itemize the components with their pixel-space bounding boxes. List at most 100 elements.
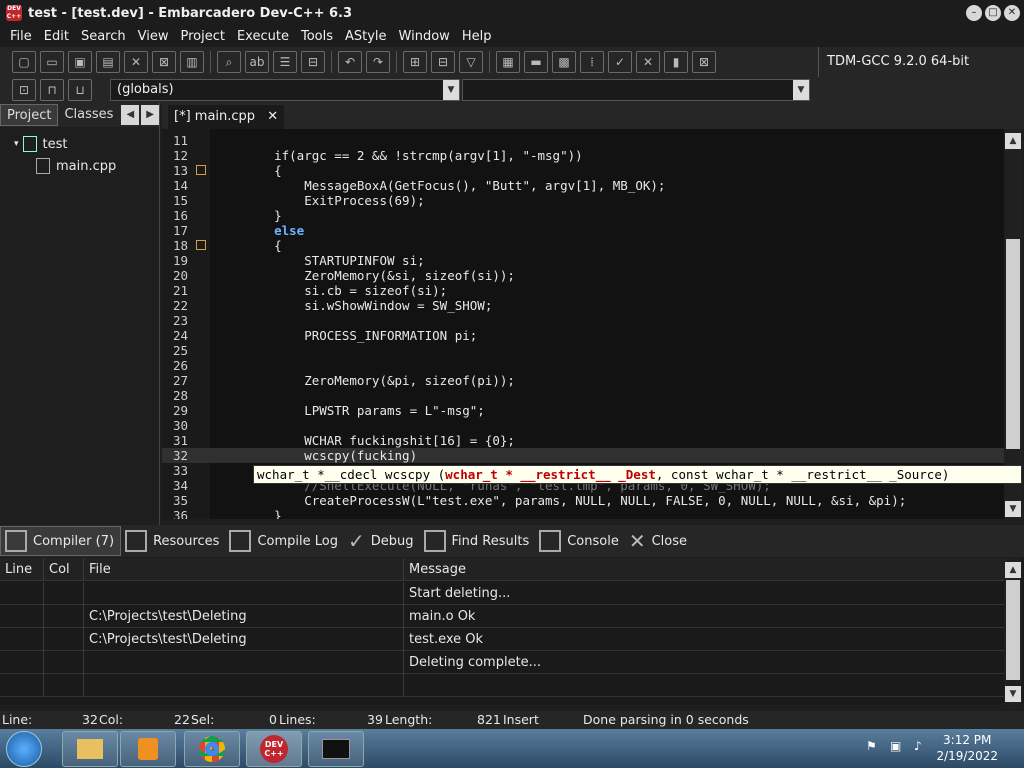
menu-tools[interactable]: Tools: [295, 29, 339, 44]
compiler-set-selector[interactable]: TDM-GCC 9.2.0 64-bit Release: [818, 47, 1024, 99]
code-line[interactable]: 28: [162, 388, 1004, 403]
tab-compiler[interactable]: Compiler (7): [0, 526, 122, 556]
add-to-project-icon[interactable]: ⊞: [403, 51, 427, 73]
print-icon[interactable]: ▥: [180, 51, 204, 73]
code-line[interactable]: 17 else: [162, 223, 1004, 238]
close-file-icon[interactable]: ✕: [124, 51, 148, 73]
network-icon[interactable]: ▣: [890, 739, 906, 755]
chevron-right-icon[interactable]: ▶: [141, 105, 159, 125]
tab-classes[interactable]: Classes: [58, 104, 119, 126]
code-line[interactable]: 22 si.wShowWindow = SW_SHOW;: [162, 298, 1004, 313]
code-line[interactable]: 27 ZeroMemory(&pi, sizeof(pi));: [162, 373, 1004, 388]
tab-project[interactable]: Project: [0, 104, 59, 126]
scroll-up-icon[interactable]: ▲: [1005, 562, 1021, 578]
code-line[interactable]: 21 si.cb = sizeof(si);: [162, 283, 1004, 298]
taskbar-media-player[interactable]: [120, 731, 176, 767]
open-folder-icon[interactable]: ▭: [40, 51, 64, 73]
bookmark-goto-icon[interactable]: ⊔: [68, 79, 92, 101]
code-line[interactable]: 23: [162, 313, 1004, 328]
scroll-down-icon[interactable]: ▼: [1005, 686, 1021, 702]
scroll-up-icon[interactable]: ▲: [1005, 133, 1021, 149]
compile-icon[interactable]: ▦: [496, 51, 520, 73]
taskbar-devcpp[interactable]: DEV C++: [246, 731, 302, 767]
menu-execute[interactable]: Execute: [231, 29, 295, 44]
chevron-left-icon[interactable]: ◀: [121, 105, 140, 125]
bookmark-icon[interactable]: ⊓: [40, 79, 64, 101]
tab-find-results[interactable]: Find Results: [420, 526, 536, 556]
code-line[interactable]: 35 CreateProcessW(L"test.exe", params, N…: [162, 493, 1004, 508]
close-all-icon[interactable]: ⊠: [152, 51, 176, 73]
taskbar-console[interactable]: [308, 731, 364, 767]
code-line[interactable]: 11: [162, 133, 1004, 148]
delete-profile-icon[interactable]: ⊠: [692, 51, 716, 73]
code-line[interactable]: 18 {: [162, 238, 1004, 253]
close-panel-button[interactable]: ✕ Close: [625, 526, 693, 556]
editor-scrollbar[interactable]: ▲ ▼: [1004, 129, 1022, 519]
start-button[interactable]: [6, 731, 42, 767]
function-combo[interactable]: ▼: [462, 79, 810, 101]
code-line[interactable]: 12 if(argc == 2 && !strcmp(argv[1], "-ms…: [162, 148, 1004, 163]
scroll-down-icon[interactable]: ▼: [1005, 501, 1021, 517]
tab-console[interactable]: Console: [535, 526, 625, 556]
undo-icon[interactable]: ↶: [338, 51, 362, 73]
goto-declaration-icon[interactable]: ⊡: [12, 79, 36, 101]
minimize-button[interactable]: –: [966, 5, 982, 21]
tab-main-cpp[interactable]: [*] main.cpp ✕: [168, 105, 285, 129]
fold-icon[interactable]: [196, 165, 206, 175]
current-code-line[interactable]: 32 wcscpy(fucking): [162, 448, 1004, 463]
menu-project[interactable]: Project: [174, 29, 230, 44]
redo-icon[interactable]: ↷: [366, 51, 390, 73]
scope-combo[interactable]: (globals) ▼: [110, 79, 460, 101]
code-line[interactable]: 16 }: [162, 208, 1004, 223]
grid-scrollbar[interactable]: ▲ ▼: [1004, 558, 1022, 705]
indent-icon[interactable]: ☰: [273, 51, 297, 73]
column-header-line[interactable]: Line: [0, 558, 44, 581]
code-line[interactable]: 15 ExitProcess(69);: [162, 193, 1004, 208]
chevron-down-icon[interactable]: ▼: [793, 80, 809, 100]
column-header-col[interactable]: Col: [44, 558, 84, 581]
close-tab-icon[interactable]: ✕: [267, 109, 278, 124]
fold-icon[interactable]: [196, 240, 206, 250]
stop-execution-icon[interactable]: ✕: [636, 51, 660, 73]
table-row[interactable]: C:\Projects\test\Deleting main.o Ok: [0, 605, 1004, 628]
column-header-file[interactable]: File: [84, 558, 404, 581]
compile-run-icon[interactable]: ▩: [552, 51, 576, 73]
volume-icon[interactable]: ♪: [914, 739, 930, 755]
save-icon[interactable]: ▣: [68, 51, 92, 73]
taskbar-chrome[interactable]: [184, 731, 240, 767]
code-line[interactable]: 36 }: [162, 508, 1004, 519]
menu-astyle[interactable]: AStyle: [339, 29, 393, 44]
table-row[interactable]: C:\Projects\test\Deleting test.exe Ok: [0, 628, 1004, 651]
code-line[interactable]: 24 PROCESS_INFORMATION pi;: [162, 328, 1004, 343]
remove-from-project-icon[interactable]: ⊟: [431, 51, 455, 73]
replace-icon[interactable]: ab: [245, 51, 269, 73]
code-line[interactable]: 30: [162, 418, 1004, 433]
code-line[interactable]: 26: [162, 358, 1004, 373]
table-row[interactable]: Start deleting...: [0, 582, 1004, 605]
code-editor[interactable]: 11 12 if(argc == 2 && !strcmp(argv[1], "…: [162, 129, 1004, 519]
code-line[interactable]: 13 {: [162, 163, 1004, 178]
menu-search[interactable]: Search: [75, 29, 132, 44]
find-icon[interactable]: ⌕: [217, 51, 241, 73]
run-icon[interactable]: ▬: [524, 51, 548, 73]
menu-window[interactable]: Window: [393, 29, 456, 44]
project-options-icon[interactable]: ▽: [459, 51, 483, 73]
action-center-icon[interactable]: ⚑: [866, 739, 882, 755]
tree-node-project[interactable]: ▾ test: [14, 133, 159, 155]
chevron-down-icon[interactable]: ▼: [443, 80, 459, 100]
rebuild-icon[interactable]: ⁞: [580, 51, 604, 73]
new-file-icon[interactable]: ▢: [12, 51, 36, 73]
grid-scroll-thumb[interactable]: [1006, 580, 1020, 680]
code-line[interactable]: 14 MessageBoxA(GetFocus(), "Butt", argv[…: [162, 178, 1004, 193]
expand-arrow-icon[interactable]: ▾: [14, 139, 19, 149]
code-line[interactable]: 31 WCHAR fuckingshit[16] = {0};: [162, 433, 1004, 448]
editor-scroll-thumb[interactable]: [1006, 239, 1020, 449]
profile-icon[interactable]: ▮: [664, 51, 688, 73]
table-row[interactable]: Deleting complete...: [0, 651, 1004, 674]
maximize-button[interactable]: □: [985, 5, 1001, 21]
syntax-check-icon[interactable]: ✓: [608, 51, 632, 73]
column-header-message[interactable]: Message: [404, 558, 1004, 581]
taskbar-clock[interactable]: 3:12 PM 2/19/2022: [936, 732, 998, 764]
menu-file[interactable]: File: [4, 29, 38, 44]
taskbar-explorer[interactable]: [62, 731, 118, 767]
